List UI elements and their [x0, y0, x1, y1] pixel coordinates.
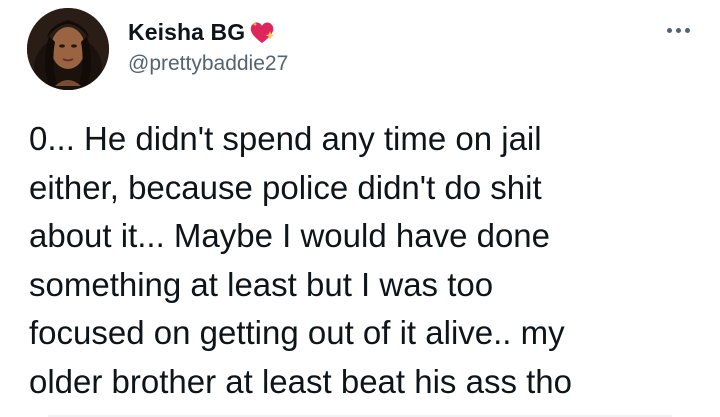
- author-name-row[interactable]: Keisha BG: [128, 16, 277, 48]
- author-display-name[interactable]: Keisha BG: [128, 19, 245, 46]
- avatar-image: [27, 8, 109, 90]
- author-handle[interactable]: @prettybaddie27: [128, 52, 288, 76]
- tweet-text: 0... He didn't spend any time on jail ei…: [29, 120, 572, 400]
- avatar[interactable]: [27, 8, 109, 90]
- heart-sparkle-icon: [247, 17, 277, 47]
- tweet-card: Keisha BG @prettybaddie27 0... He didn't…: [0, 0, 720, 417]
- more-icon-dot: [684, 27, 690, 33]
- more-icon-dot: [675, 27, 681, 33]
- more-options-button[interactable]: [657, 16, 699, 44]
- more-horizontal-icon: [666, 27, 672, 33]
